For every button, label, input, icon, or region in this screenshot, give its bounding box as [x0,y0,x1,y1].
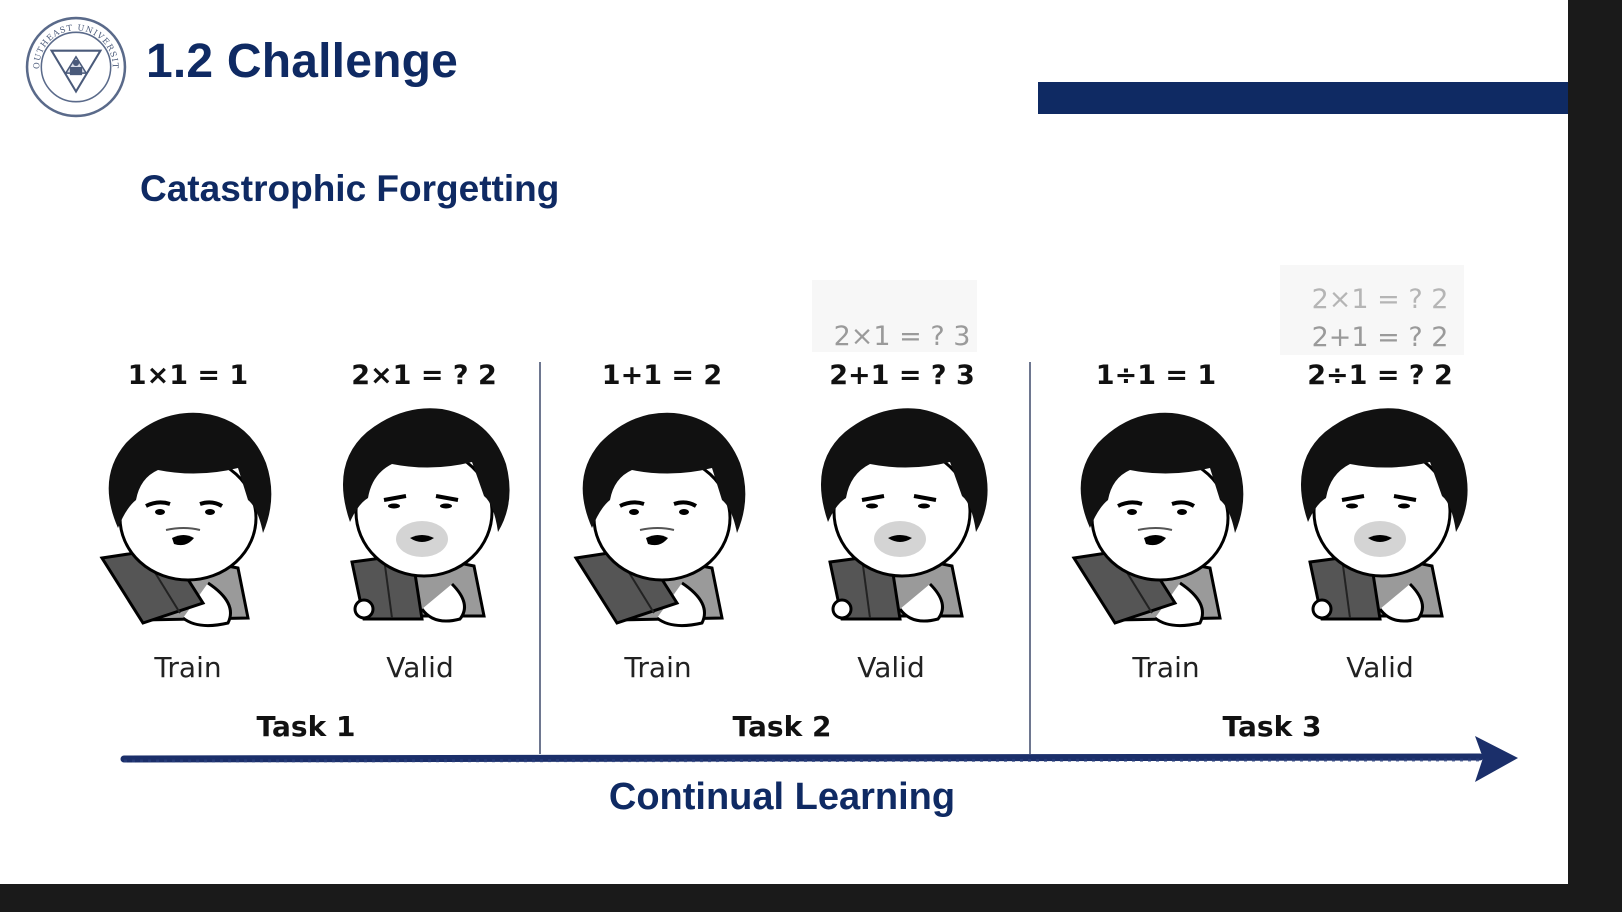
train-equation: 1+1 = 2 [601,360,723,391]
train-equation: 1÷1 = 1 [1095,360,1217,391]
university-seal-logo: SOUTHEAST UNIVERSITY [25,16,127,118]
student-puzzled-icon [340,406,512,624]
train-equation: 1×1 = 1 [127,360,249,391]
student-reading-icon [574,410,748,628]
task-divider [1029,362,1031,754]
train-label: Train [624,651,692,684]
valid-label: Valid [857,651,925,684]
student-puzzled-icon [1298,406,1470,624]
valid-equation: 2×1 = ? 2 [351,360,497,391]
slide: SOUTHEAST UNIVERSITY 1.2 Challenge Catas… [0,0,1568,884]
header-accent-bar [1038,82,1568,114]
train-label: Train [1132,651,1200,684]
section-subtitle: Catastrophic Forgetting [140,168,560,209]
valid-equation-faded: 2+1 = ? 2 [1311,322,1449,353]
valid-equation: 2÷1 = ? 2 [1307,360,1453,391]
train-label: Train [154,651,222,684]
student-reading-icon [1072,410,1246,628]
valid-equation-faded: 2×1 = ? 2 [1311,284,1449,315]
valid-label: Valid [1346,651,1414,684]
student-puzzled-icon [818,406,990,624]
task-divider [539,362,541,754]
valid-equation-faded: 2×1 = ? 3 [833,321,971,352]
page-title: 1.2 Challenge [146,35,459,88]
student-reading-icon [100,410,274,628]
valid-equation: 2+1 = ? 3 [829,360,975,391]
valid-label: Valid [386,651,454,684]
timeline-label: Continual Learning [608,776,956,818]
